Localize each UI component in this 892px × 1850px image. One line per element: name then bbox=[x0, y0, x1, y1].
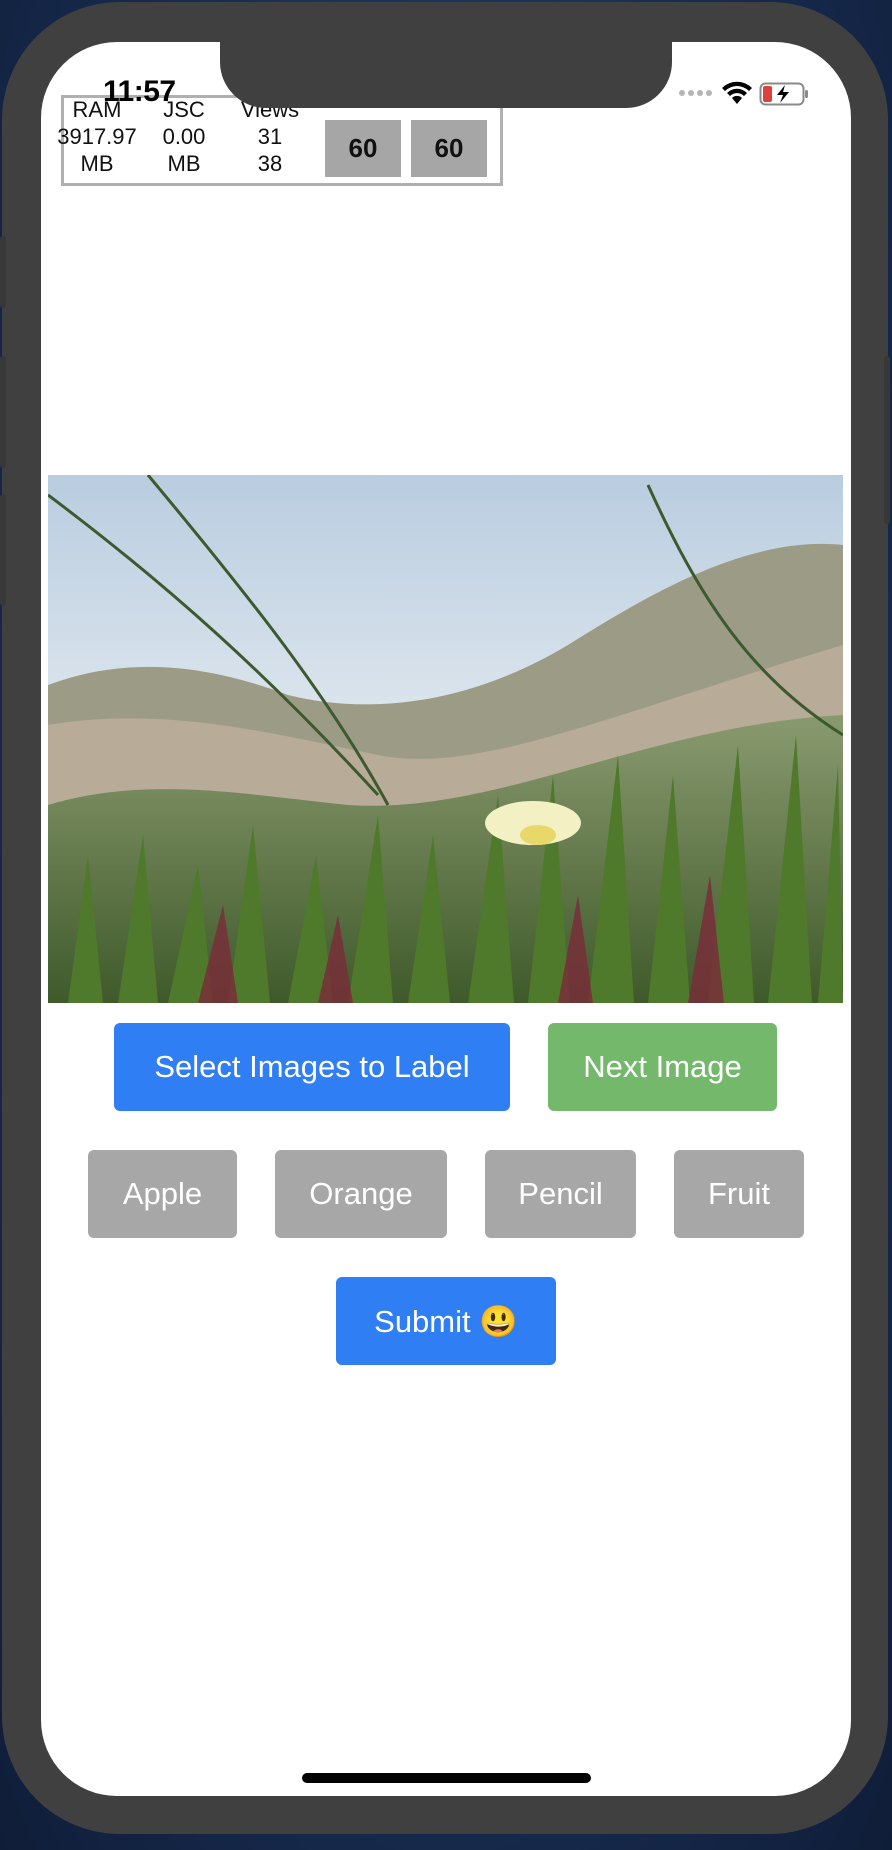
battery-charging-icon bbox=[759, 82, 808, 106]
perf-views-value: 31 bbox=[257, 124, 283, 149]
select-images-button[interactable]: Select Images to Label bbox=[114, 1023, 510, 1111]
label-button-apple[interactable]: Apple bbox=[88, 1150, 237, 1238]
perf-views-value-2: 38 bbox=[257, 151, 283, 176]
next-image-button[interactable]: Next Image bbox=[548, 1023, 777, 1111]
perf-ui-fps: 60 bbox=[325, 120, 401, 177]
perf-ram-value: 3917.97 bbox=[57, 124, 137, 149]
label-button-pencil[interactable]: Pencil bbox=[485, 1150, 636, 1238]
perf-views: Views 31 38 bbox=[230, 96, 310, 177]
perf-jsc-unit: MB bbox=[167, 151, 201, 176]
side-button-volume-up bbox=[0, 356, 6, 468]
side-button-power bbox=[884, 356, 890, 524]
phone-frame: RAM 3917.97 MB JSC 0.00 MB Views 31 38 U… bbox=[0, 2, 890, 1834]
perf-js-fps: 60 bbox=[411, 120, 487, 177]
status-time: 11:57 bbox=[103, 75, 176, 108]
perf-ram-unit: MB bbox=[80, 151, 114, 176]
wifi-icon bbox=[722, 81, 752, 104]
notch bbox=[220, 42, 672, 108]
label-button-orange[interactable]: Orange bbox=[275, 1150, 447, 1238]
home-indicator[interactable] bbox=[302, 1773, 591, 1783]
label-button-fruit[interactable]: Fruit bbox=[674, 1150, 804, 1238]
app-screen: RAM 3917.97 MB JSC 0.00 MB Views 31 38 U… bbox=[41, 42, 851, 1796]
labeling-image bbox=[48, 475, 843, 1003]
side-button-volume-down bbox=[0, 494, 6, 606]
side-button-mute bbox=[0, 236, 6, 308]
submit-button[interactable]: Submit 😃 bbox=[336, 1277, 556, 1365]
signal-dots-icon bbox=[679, 90, 712, 96]
perf-jsc-value: 0.00 bbox=[162, 124, 206, 149]
